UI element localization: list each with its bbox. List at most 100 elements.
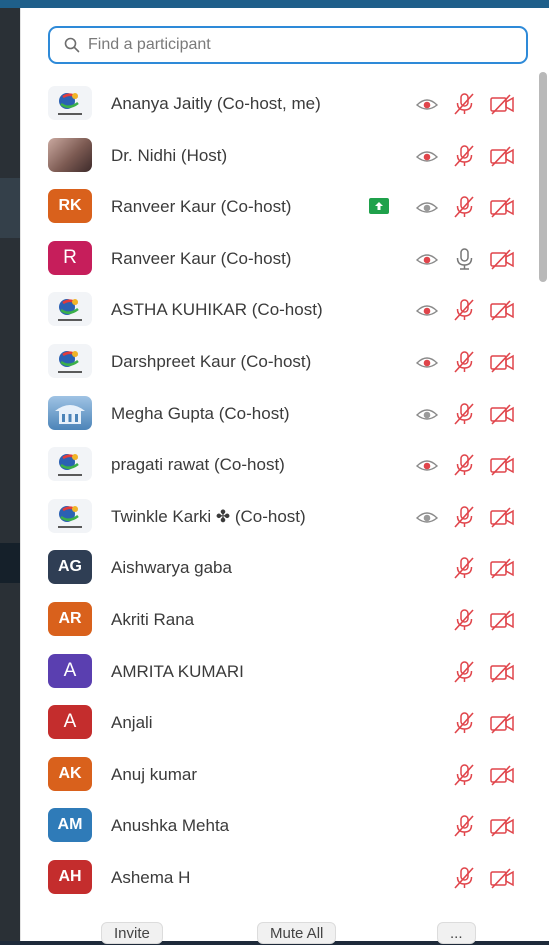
avatar-initials: AK (48, 756, 92, 791)
participant-row[interactable]: AR Akriti Rana (21, 594, 531, 646)
participant-name: Anushka Mehta (111, 816, 230, 836)
participant-name: Ananya Jaitly (Co-host, me) (111, 94, 321, 113)
participant-row[interactable]: R Ranveer Kaur (Co-host) (21, 233, 531, 285)
avatar-logo (48, 292, 92, 327)
avatar-logo (48, 343, 92, 378)
participant-row[interactable]: Twinkle Karki ✤ (Co-host) (21, 491, 531, 543)
participant-row[interactable]: A AMRITA KUMARI (21, 646, 531, 698)
eye-icon[interactable] (414, 297, 440, 323)
eye-icon[interactable] (414, 91, 440, 117)
participant-name: AMRITA KUMARI (111, 661, 244, 681)
avatar-photo (48, 137, 92, 172)
participant-row[interactable]: AG Aishwarya gaba (21, 542, 531, 594)
microphone-muted-icon[interactable] (451, 813, 477, 839)
microphone-muted-icon[interactable] (451, 401, 477, 427)
participant-row[interactable]: AK Anuj kumar (21, 749, 531, 801)
eye-icon[interactable] (414, 452, 440, 478)
participant-row[interactable]: AH Ashema H (21, 852, 531, 904)
video-off-icon[interactable] (489, 91, 515, 117)
microphone-icon[interactable] (451, 246, 477, 272)
avatar-initials: A (48, 705, 92, 740)
microphone-muted-icon[interactable] (451, 659, 477, 685)
participant-row[interactable]: RK Ranveer Kaur (Co-host) (21, 181, 531, 233)
microphone-muted-icon[interactable] (451, 710, 477, 736)
participant-row[interactable]: pragati rawat (Co-host) (21, 439, 531, 491)
search-box[interactable] (48, 26, 528, 64)
microphone-muted-icon[interactable] (451, 194, 477, 220)
video-off-icon[interactable] (489, 194, 515, 220)
avatar-logo (48, 498, 92, 533)
video-off-icon[interactable] (489, 659, 515, 685)
participant-name: Darshpreet Kaur (Co-host) (111, 351, 312, 371)
video-off-icon[interactable] (489, 607, 515, 633)
participant-name: Ranveer Kaur (Co-host) (111, 197, 292, 217)
video-off-icon[interactable] (489, 246, 515, 272)
window-top-bar (0, 0, 549, 8)
search-icon (64, 37, 80, 53)
avatar-logo (48, 86, 92, 120)
participant-name: ASTHA KUHIKAR (Co-host) (111, 300, 323, 320)
avatar-logo (48, 447, 92, 482)
participants-panel: Ananya Jaitly (Co-host, me) Dr. Nidhi (Ho… (20, 8, 549, 944)
participant-name: Dr. Nidhi (Host) (111, 145, 228, 165)
scrollbar[interactable] (539, 72, 547, 282)
avatar-initials: AR (48, 601, 92, 636)
participant-name: Twinkle Karki ✤ (Co-host) (111, 506, 306, 526)
participant-row[interactable]: Darshpreet Kaur (Co-host) (21, 336, 531, 388)
microphone-muted-icon[interactable] (451, 349, 477, 375)
search-input[interactable] (86, 29, 526, 61)
microphone-muted-icon[interactable] (451, 452, 477, 478)
microphone-muted-icon[interactable] (451, 555, 477, 581)
participant-row[interactable]: Ananya Jaitly (Co-host, me) (21, 78, 531, 130)
avatar-initials: RK (48, 189, 92, 224)
video-off-icon[interactable] (489, 401, 515, 427)
avatar-building-logo (48, 395, 92, 430)
video-off-icon[interactable] (489, 813, 515, 839)
microphone-muted-icon[interactable] (451, 504, 477, 530)
video-off-icon[interactable] (489, 452, 515, 478)
video-off-icon[interactable] (489, 504, 515, 530)
video-off-icon[interactable] (489, 865, 515, 891)
avatar-initials: R (48, 240, 92, 275)
eye-icon[interactable] (414, 401, 440, 427)
video-off-icon[interactable] (489, 143, 515, 169)
video-off-icon[interactable] (489, 710, 515, 736)
microphone-muted-icon[interactable] (451, 143, 477, 169)
avatar-initials: A (48, 653, 92, 688)
participant-row[interactable]: A Anjali (21, 697, 531, 749)
footer-bar: Invite Mute All ... (21, 913, 549, 944)
left-strip-segment (0, 543, 20, 583)
participant-row[interactable]: ASTHA KUHIKAR (Co-host) (21, 284, 531, 336)
video-off-icon[interactable] (489, 555, 515, 581)
participant-name: Anuj kumar (111, 764, 197, 784)
microphone-muted-icon[interactable] (451, 865, 477, 891)
microphone-muted-icon[interactable] (451, 762, 477, 788)
participant-row[interactable]: Megha Gupta (Co-host) (21, 388, 531, 440)
participant-name: Ranveer Kaur (Co-host) (111, 248, 292, 268)
left-window-strip (0, 8, 20, 941)
participant-name: Akriti Rana (111, 609, 195, 629)
share-screen-icon (369, 198, 389, 215)
avatar-initials: AG (48, 550, 92, 585)
eye-icon[interactable] (414, 194, 440, 220)
microphone-muted-icon[interactable] (451, 91, 477, 117)
participant-row[interactable]: AM Anushka Mehta (21, 800, 531, 852)
participant-list: Ananya Jaitly (Co-host, me) Dr. Nidhi (Ho… (21, 78, 531, 904)
eye-icon[interactable] (414, 349, 440, 375)
microphone-muted-icon[interactable] (451, 297, 477, 323)
eye-icon[interactable] (414, 143, 440, 169)
avatar-initials: AM (48, 808, 92, 843)
eye-icon[interactable] (414, 246, 440, 272)
eye-icon[interactable] (414, 504, 440, 530)
video-off-icon[interactable] (489, 762, 515, 788)
participant-row[interactable]: Dr. Nidhi (Host) (21, 130, 531, 182)
avatar-initials: AH (48, 859, 92, 894)
participant-name: Ashema H (111, 867, 191, 887)
video-off-icon[interactable] (489, 297, 515, 323)
participant-name: Aishwarya gaba (111, 558, 232, 578)
participant-name: Anjali (111, 713, 153, 733)
participant-name: pragati rawat (Co-host) (111, 455, 285, 475)
microphone-muted-icon[interactable] (451, 607, 477, 633)
video-off-icon[interactable] (489, 349, 515, 375)
participant-name: Megha Gupta (Co-host) (111, 403, 290, 423)
